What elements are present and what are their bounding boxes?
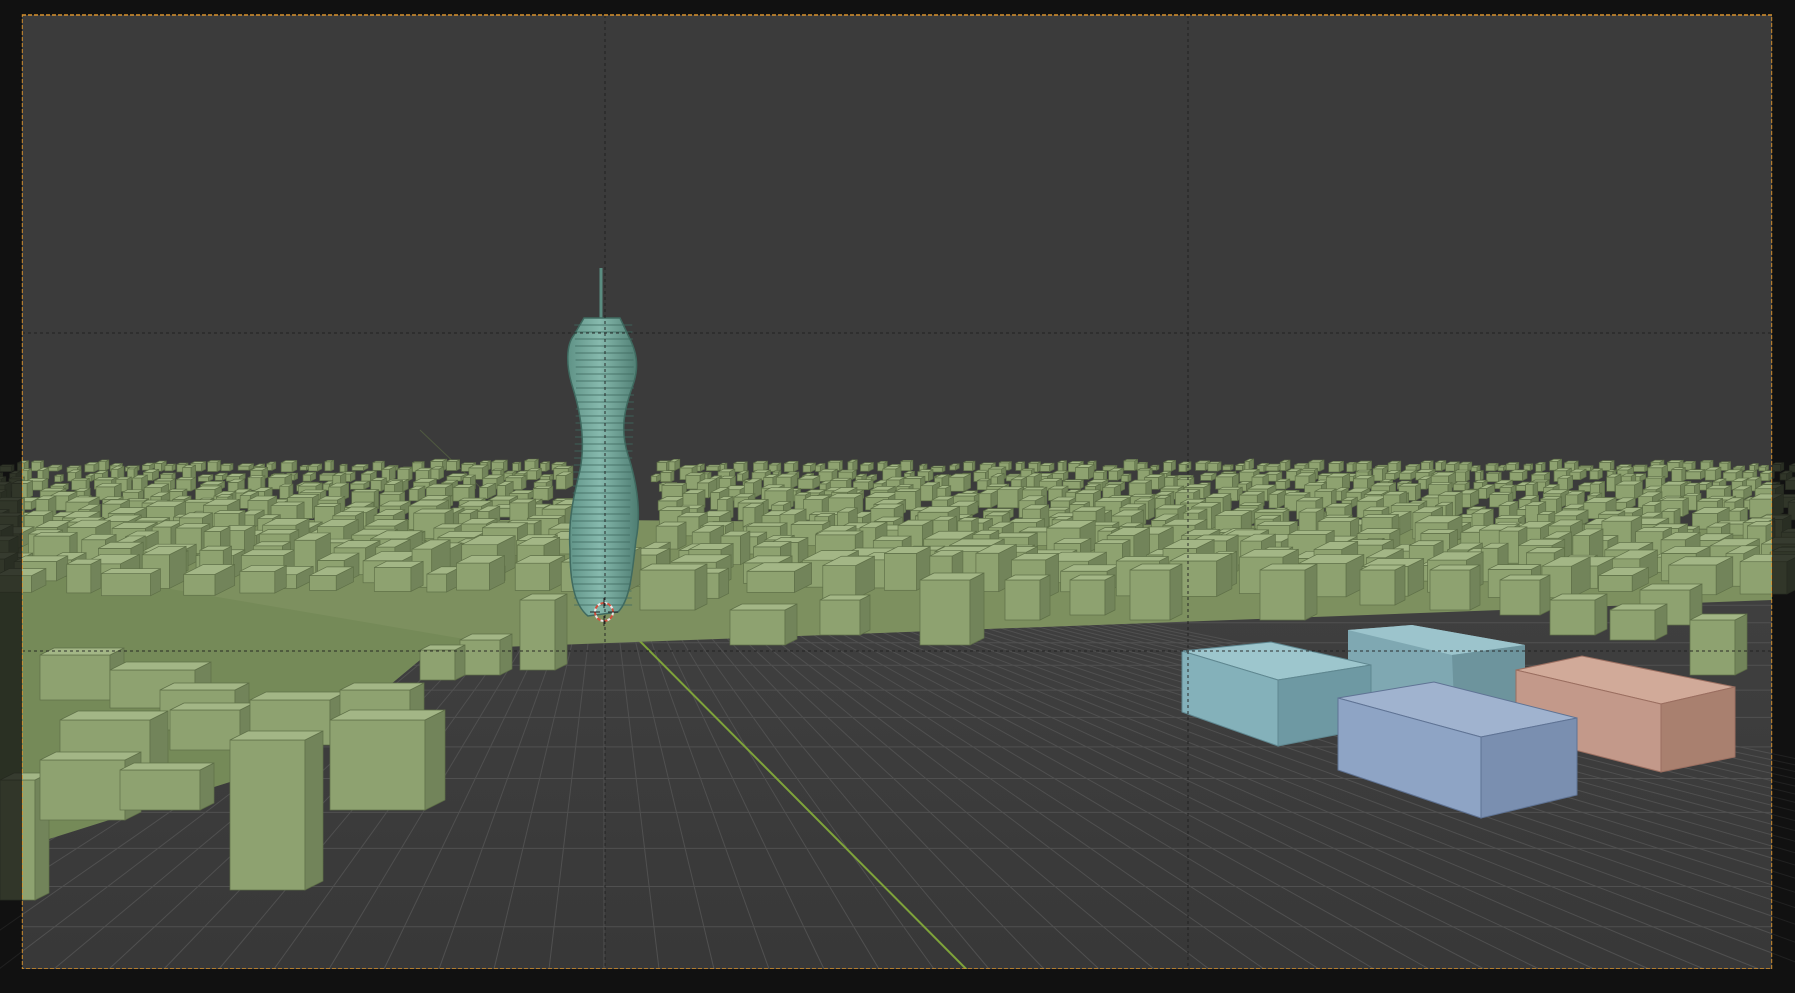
passepartout-left	[0, 0, 22, 993]
passepartout-right	[1772, 0, 1795, 993]
3d-viewport[interactable]	[0, 0, 1795, 993]
passepartout-bottom	[0, 969, 1795, 993]
viewport-canvas[interactable]	[0, 0, 1795, 993]
